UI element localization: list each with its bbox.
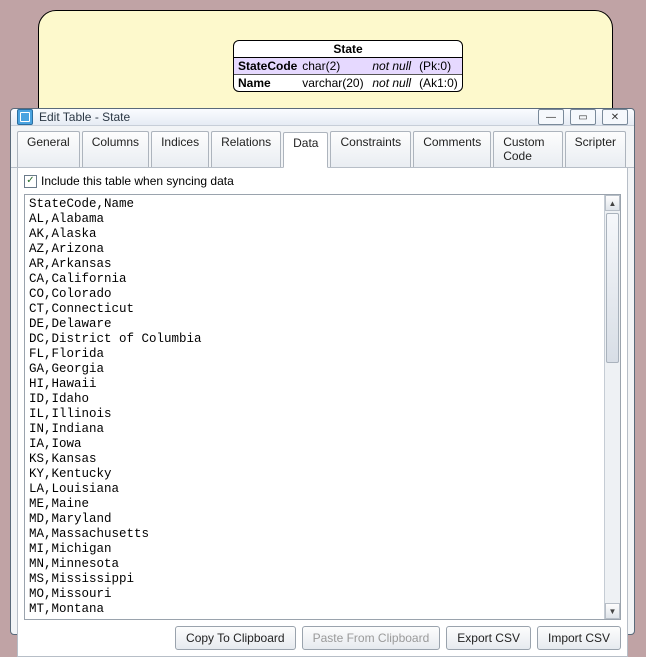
close-button[interactable]: ✕: [602, 109, 628, 125]
schema-col-type: varchar(20): [302, 76, 372, 90]
scroll-thumb[interactable]: [606, 213, 619, 363]
tab-data[interactable]: Data: [283, 132, 328, 168]
schema-row[interactable]: StateCode char(2) not null (Pk:0): [234, 58, 462, 75]
paste-clipboard-button[interactable]: Paste From Clipboard: [302, 626, 441, 650]
scrollbar[interactable]: ▲ ▼: [604, 195, 620, 619]
tab-custom-code[interactable]: Custom Code: [493, 131, 562, 167]
export-csv-button[interactable]: Export CSV: [446, 626, 531, 650]
schema-col-name: Name: [238, 76, 302, 90]
schema-col-null: not null: [372, 59, 419, 73]
data-textarea-wrap: StateCode,Name AL,Alabama AK,Alaska AZ,A…: [24, 194, 621, 620]
scroll-track[interactable]: [605, 211, 620, 603]
schema-col-key: (Ak1:0): [419, 76, 458, 90]
scroll-down-button[interactable]: ▼: [605, 603, 620, 619]
edit-table-window: Edit Table - State — ▭ ✕ GeneralColumnsI…: [10, 108, 635, 635]
button-row: Copy To Clipboard Paste From Clipboard E…: [24, 626, 621, 650]
tab-scripter[interactable]: Scripter: [565, 131, 626, 167]
app-icon: [17, 109, 33, 125]
sync-checkbox-label: Include this table when syncing data: [41, 174, 234, 188]
schema-col-null: not null: [372, 76, 419, 90]
window-title: Edit Table - State: [39, 110, 130, 124]
schema-box[interactable]: State StateCode char(2) not null (Pk:0) …: [233, 40, 463, 92]
schema-col-type: char(2): [302, 59, 372, 73]
tab-columns[interactable]: Columns: [82, 131, 149, 167]
sync-checkbox[interactable]: ✓: [24, 175, 37, 188]
copy-clipboard-button[interactable]: Copy To Clipboard: [175, 626, 296, 650]
titlebar[interactable]: Edit Table - State — ▭ ✕: [11, 109, 634, 126]
minimize-button[interactable]: —: [538, 109, 564, 125]
tab-bar: GeneralColumnsIndicesRelationsDataConstr…: [11, 126, 634, 168]
tab-content-data: ✓ Include this table when syncing data S…: [17, 168, 628, 657]
schema-col-key: (Pk:0): [419, 59, 458, 73]
tab-indices[interactable]: Indices: [151, 131, 209, 167]
tab-general[interactable]: General: [17, 131, 80, 167]
tab-comments[interactable]: Comments: [413, 131, 491, 167]
tab-constraints[interactable]: Constraints: [330, 131, 411, 167]
schema-title: State: [234, 41, 462, 58]
schema-col-name: StateCode: [238, 59, 302, 73]
schema-row[interactable]: Name varchar(20) not null (Ak1:0): [234, 75, 462, 91]
import-csv-button[interactable]: Import CSV: [537, 626, 621, 650]
maximize-button[interactable]: ▭: [570, 109, 596, 125]
scroll-up-button[interactable]: ▲: [605, 195, 620, 211]
tab-relations[interactable]: Relations: [211, 131, 281, 167]
data-textarea[interactable]: StateCode,Name AL,Alabama AK,Alaska AZ,A…: [25, 195, 604, 619]
